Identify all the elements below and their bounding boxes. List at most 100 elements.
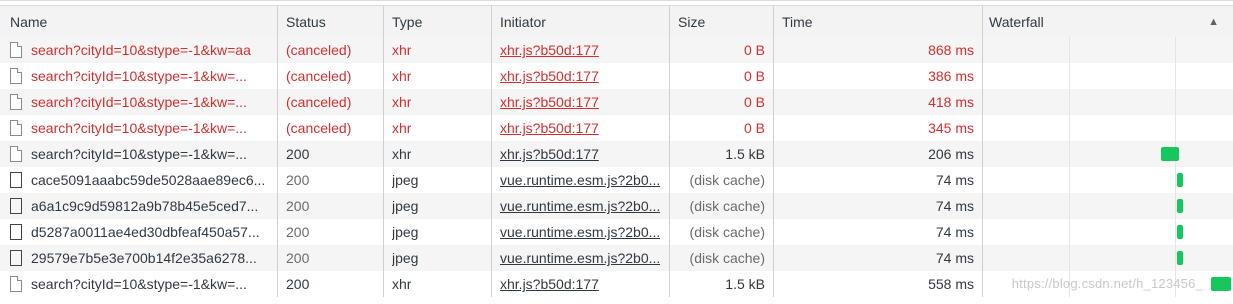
table-row[interactable]: d5287a0011ae4ed30dbfeaf450a57... 200 jpeg v… — [0, 219, 1233, 245]
request-name: search?cityId=10&stype=-1&kw=aa — [31, 42, 251, 58]
cell-time: 345 ms — [774, 115, 983, 141]
initiator-link[interactable]: vue.runtime.esm.js?2b0... — [500, 250, 660, 266]
request-status: 200 — [286, 276, 310, 292]
cell-waterfall — [983, 193, 1233, 219]
cell-name[interactable]: a6a1c9c9d59812a9b78b45e5ced7... — [0, 193, 278, 219]
cell-initiator: xhr.js?b50d:177 — [492, 89, 670, 115]
cell-time: 74 ms — [774, 219, 983, 245]
column-header-time[interactable]: Time — [774, 6, 983, 37]
request-name: search?cityId=10&stype=-1&kw=... — [31, 276, 247, 292]
request-name: cace5091aaabc59de5028aae89ec6... — [31, 172, 266, 188]
initiator-link[interactable]: vue.runtime.esm.js?2b0... — [500, 224, 660, 240]
cell-name[interactable]: search?cityId=10&stype=-1&kw=aa — [0, 37, 278, 63]
cell-type: xhr — [384, 141, 492, 167]
request-name: a6a1c9c9d59812a9b78b45e5ced7... — [31, 198, 259, 214]
cell-initiator: xhr.js?b50d:177 — [492, 141, 670, 167]
cell-type: jpeg — [384, 219, 492, 245]
request-time: 74 ms — [935, 224, 974, 240]
table-row[interactable]: search?cityId=10&stype=-1&kw=... 200 xhr xh… — [0, 141, 1233, 167]
initiator-link[interactable]: xhr.js?b50d:177 — [500, 120, 599, 136]
column-header-waterfall[interactable]: Waterfall ▲ — [983, 6, 1233, 37]
cell-time: 418 ms — [774, 89, 983, 115]
cell-name[interactable]: search?cityId=10&stype=-1&kw=... — [0, 63, 278, 89]
table-row[interactable]: search?cityId=10&stype=-1&kw=... (cancele… — [0, 89, 1233, 115]
initiator-link[interactable]: vue.runtime.esm.js?2b0... — [500, 172, 660, 188]
cell-status: 200 — [278, 271, 384, 297]
column-header-time-label: Time — [782, 13, 813, 30]
request-time: 386 ms — [928, 68, 974, 84]
sort-ascending-icon[interactable]: ▲ — [1208, 16, 1219, 28]
cell-time: 868 ms — [774, 37, 983, 63]
waterfall-bar[interactable] — [1177, 199, 1183, 213]
request-status: 200 — [286, 172, 310, 188]
cell-type: xhr — [384, 89, 492, 115]
request-time: 206 ms — [928, 146, 974, 162]
cell-status: (canceled) — [278, 63, 384, 89]
request-size: (disk cache) — [689, 224, 765, 240]
column-header-status-label: Status — [286, 13, 326, 30]
request-size: 0 B — [743, 120, 765, 136]
request-status: (canceled) — [286, 68, 352, 84]
column-header-initiator[interactable]: Initiator — [492, 6, 670, 37]
initiator-link[interactable]: xhr.js?b50d:177 — [500, 276, 599, 292]
table-row[interactable]: a6a1c9c9d59812a9b78b45e5ced7... 200 jpeg vu… — [0, 193, 1233, 219]
cell-name[interactable]: search?cityId=10&stype=-1&kw=... — [0, 115, 278, 141]
cell-status: 200 — [278, 219, 384, 245]
table-row[interactable]: search?cityId=10&stype=-1&kw=... (cancele… — [0, 63, 1233, 89]
waterfall-gridline — [1069, 219, 1070, 245]
request-type: xhr — [392, 276, 412, 292]
cell-time: 386 ms — [774, 63, 983, 89]
request-time: 74 ms — [935, 250, 974, 266]
waterfall-bar[interactable] — [1177, 173, 1183, 187]
request-time: 418 ms — [928, 94, 974, 110]
waterfall-bar[interactable] — [1161, 147, 1179, 161]
cell-initiator: xhr.js?b50d:177 — [492, 63, 670, 89]
cell-initiator: vue.runtime.esm.js?2b0... — [492, 167, 670, 193]
request-time: 558 ms — [928, 276, 974, 292]
initiator-link[interactable]: xhr.js?b50d:177 — [500, 94, 599, 110]
table-row[interactable]: cace5091aaabc59de5028aae89ec6... 200 jpeg v… — [0, 167, 1233, 193]
cell-type: jpeg — [384, 245, 492, 271]
request-status: 200 — [286, 198, 310, 214]
cell-size: 0 B — [670, 89, 774, 115]
cell-time: 558 ms — [774, 271, 983, 297]
table-row[interactable]: search?cityId=10&stype=-1&kw=aa (canceled… — [0, 37, 1233, 63]
table-row[interactable]: search?cityId=10&stype=-1&kw=... (cancele… — [0, 115, 1233, 141]
request-time: 345 ms — [928, 120, 974, 136]
initiator-link[interactable]: xhr.js?b50d:177 — [500, 146, 599, 162]
column-header-status[interactable]: Status — [278, 6, 384, 37]
request-type: xhr — [392, 94, 412, 110]
waterfall-bar[interactable] — [1211, 277, 1231, 291]
column-header-size[interactable]: Size — [670, 6, 774, 37]
cell-name[interactable]: cace5091aaabc59de5028aae89ec6... — [0, 167, 278, 193]
cell-name[interactable]: search?cityId=10&stype=-1&kw=... — [0, 89, 278, 115]
initiator-link[interactable]: xhr.js?b50d:177 — [500, 68, 599, 84]
column-header-name[interactable]: Name — [0, 6, 278, 37]
request-time: 74 ms — [935, 198, 974, 214]
cell-status: (canceled) — [278, 115, 384, 141]
image-thumbnail-icon — [10, 250, 22, 266]
initiator-link[interactable]: xhr.js?b50d:177 — [500, 42, 599, 58]
initiator-link[interactable]: vue.runtime.esm.js?2b0... — [500, 198, 660, 214]
cell-name[interactable]: search?cityId=10&stype=-1&kw=... — [0, 141, 278, 167]
request-type: xhr — [392, 120, 412, 136]
cell-type: xhr — [384, 37, 492, 63]
cell-name[interactable]: search?cityId=10&stype=-1&kw=... — [0, 271, 278, 297]
waterfall-gridline — [1175, 115, 1176, 141]
waterfall-gridline — [1175, 89, 1176, 115]
cell-waterfall — [983, 115, 1233, 141]
waterfall-bar[interactable] — [1177, 251, 1183, 265]
request-size: 0 B — [743, 42, 765, 58]
request-name: search?cityId=10&stype=-1&kw=... — [31, 120, 247, 136]
table-row[interactable]: 29579e7b5e3e700b14f2e35a6278... 200 jpeg vu… — [0, 245, 1233, 271]
waterfall-gridline — [1069, 141, 1070, 167]
cell-waterfall — [983, 89, 1233, 115]
cell-name[interactable]: 29579e7b5e3e700b14f2e35a6278... — [0, 245, 278, 271]
column-header-type[interactable]: Type — [384, 6, 492, 37]
cell-waterfall — [983, 63, 1233, 89]
cell-time: 206 ms — [774, 141, 983, 167]
cell-size: 0 B — [670, 115, 774, 141]
cell-size: (disk cache) — [670, 245, 774, 271]
waterfall-bar[interactable] — [1177, 225, 1183, 239]
cell-name[interactable]: d5287a0011ae4ed30dbfeaf450a57... — [0, 219, 278, 245]
